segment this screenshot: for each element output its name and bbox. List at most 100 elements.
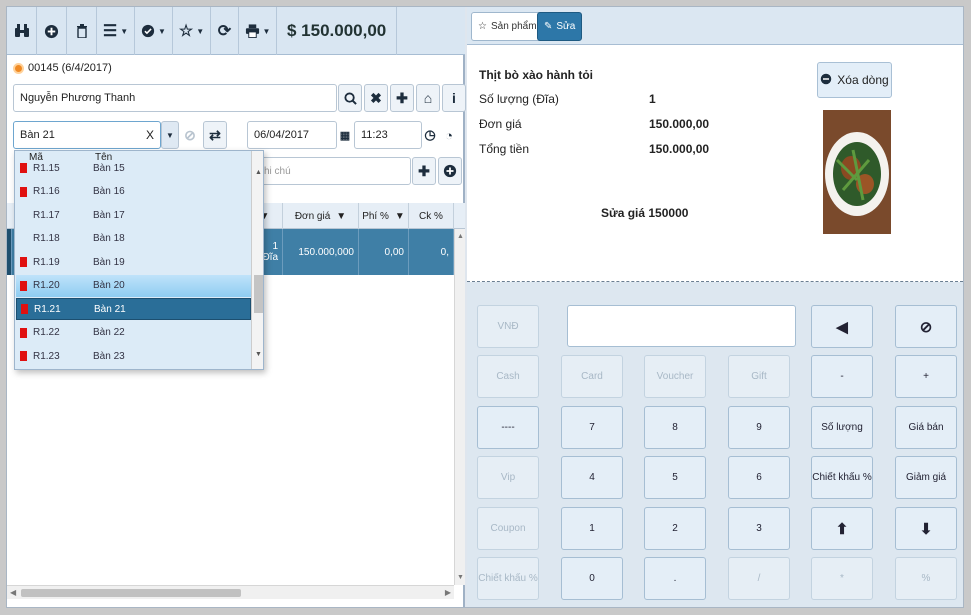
grid-horizontal-scrollbar[interactable]: ◀ ▶ (7, 585, 454, 599)
cash-button[interactable]: Cash (477, 355, 539, 398)
home-icon[interactable]: ⌂ (416, 84, 440, 112)
key-slash[interactable]: / (728, 557, 790, 600)
binoculars-icon[interactable] (7, 7, 37, 55)
menu-list-icon[interactable]: ☰ ▼ (97, 7, 135, 55)
close-icon[interactable]: ✖ (364, 84, 388, 112)
key-0[interactable]: 0 (561, 557, 623, 600)
dash-button[interactable]: ---- (477, 406, 539, 449)
printer-icon[interactable]: ▼ (239, 7, 277, 55)
discount-button[interactable]: Chiết khấu % (811, 456, 873, 499)
add-circle-icon[interactable] (37, 7, 67, 55)
dropdown-scroll-up-icon[interactable]: ▲ (255, 169, 262, 176)
delete-line-button[interactable]: Xóa dòng (817, 62, 892, 98)
search-icon[interactable] (338, 84, 362, 112)
grid-vertical-scrollbar[interactable]: ▲ ▼ (454, 229, 465, 585)
quantity-button[interactable]: Số lượng (811, 406, 873, 449)
item-name: Thịt bò xào hành tỏi (479, 68, 593, 82)
plus-button[interactable]: + (895, 355, 957, 398)
scroll-right-icon[interactable]: ▶ (445, 588, 451, 597)
key-9[interactable]: 9 (728, 406, 790, 449)
trash-icon[interactable] (67, 7, 97, 55)
star-icon[interactable]: ☆ ▼ (173, 7, 211, 55)
tab-bar: ☆ Sản phẩm ✎ Sửa (467, 7, 963, 45)
info-icon[interactable]: i (442, 84, 466, 112)
clock-alt-icon[interactable]: ◔ (440, 121, 458, 149)
key-7[interactable]: 7 (561, 406, 623, 449)
key-slash-label: / (757, 573, 761, 584)
filter-fee-icon[interactable]: ▼ (395, 211, 405, 222)
card-button[interactable]: Card (561, 355, 623, 398)
reduce-price-button[interactable]: Giảm giá (895, 456, 957, 499)
scroll-left-icon[interactable]: ◀ (10, 588, 16, 597)
sale-price-button[interactable]: Giá bán (895, 406, 957, 449)
col-price[interactable]: Đơn giá ▼ (283, 203, 359, 229)
cancel-button[interactable]: ⊘ (895, 305, 957, 348)
key-2-label: 2 (672, 523, 678, 534)
swap-icon[interactable]: ⇄ (203, 121, 227, 149)
dropdown-row[interactable]: R1.16 Bàn 16 (16, 181, 251, 203)
vip-button[interactable]: Vip (477, 456, 539, 499)
dropdown-row-name: Bàn 19 (93, 256, 125, 268)
discount-pct-button[interactable]: Chiết khấu % (477, 557, 539, 600)
edit-note: Sửa giá 150000 (601, 206, 689, 220)
time-field[interactable]: 11:23 (354, 121, 422, 149)
scroll-down-icon[interactable]: ▼ (457, 574, 464, 581)
tab-edit[interactable]: ✎ Sửa (537, 12, 583, 41)
key-percent[interactable]: % (895, 557, 957, 600)
dropdown-row[interactable]: R1.15 Bàn 15 (16, 157, 251, 179)
dropdown-row[interactable]: R1.21 Bàn 21 (16, 298, 251, 320)
key-6[interactable]: 6 (728, 456, 790, 499)
dropdown-scrollbar[interactable]: ▲ ▼ (251, 151, 263, 369)
dropdown-row[interactable]: R1.18 Bàn 18 (16, 228, 251, 250)
vnd-button[interactable]: VNĐ (477, 305, 539, 348)
add-note-icon[interactable]: ✚ (412, 157, 436, 185)
scroll-up-icon[interactable]: ▲ (457, 233, 464, 240)
col-fee[interactable]: Phí % ▼ (359, 203, 409, 229)
backspace-button[interactable]: ◀ (811, 305, 873, 348)
arrow-up-button[interactable]: ⬆ (811, 507, 873, 550)
dropdown-scroll-down-icon[interactable]: ▼ (255, 351, 262, 358)
key-8[interactable]: 8 (644, 406, 706, 449)
food-image (823, 110, 891, 234)
col-discount[interactable]: Ck % (409, 203, 454, 229)
plus-icon[interactable]: ✚ (390, 84, 414, 112)
dropdown-row[interactable]: R1.23 Bàn 23 (16, 345, 251, 367)
add-circle-icon-2[interactable] (438, 157, 462, 185)
dropdown-row[interactable]: R1.20 Bàn 20 (16, 274, 251, 297)
gift-button[interactable]: Gift (728, 355, 790, 398)
discount-button-label: Chiết khấu % (812, 472, 872, 483)
dropdown-row[interactable]: R1.17 Bàn 17 (16, 204, 251, 226)
key-5[interactable]: 5 (644, 456, 706, 499)
key-1[interactable]: 1 (561, 507, 623, 550)
row-qty-value: 1 (272, 241, 278, 252)
keypad-input[interactable] (567, 305, 796, 347)
key-dot[interactable]: . (644, 557, 706, 600)
key-4[interactable]: 4 (561, 456, 623, 499)
dropdown-row[interactable]: R1.19 Bàn 19 (16, 251, 251, 273)
coupon-button[interactable]: Coupon (477, 507, 539, 550)
chevron-down-icon[interactable]: ▼ (161, 121, 179, 149)
dropdown-scroll-thumb[interactable] (254, 275, 263, 313)
refresh-icon[interactable]: ⟳ (211, 7, 239, 55)
dropdown-row[interactable]: R1.22 Bàn 22 (16, 322, 251, 344)
clear-icon[interactable]: X (146, 128, 154, 142)
table-select[interactable]: Bàn 21 X (13, 121, 161, 149)
tab-products[interactable]: ☆ Sản phẩm (471, 12, 544, 41)
note-field[interactable]: hi chú (257, 157, 411, 185)
key-star[interactable]: * (811, 557, 873, 600)
dropdown-row-code: R1.18 (33, 233, 60, 244)
customer-field[interactable]: Nguyễn Phương Thanh (13, 84, 337, 112)
backspace-icon: ◀ (836, 318, 848, 336)
date-field[interactable]: 06/04/2017 (247, 121, 337, 149)
filter-price-icon[interactable]: ▼ (336, 211, 346, 222)
voucher-button[interactable]: Voucher (644, 355, 706, 398)
clock-icon[interactable]: ◷ (422, 121, 438, 149)
key-3[interactable]: 3 (728, 507, 790, 550)
minus-button[interactable]: - (811, 355, 873, 398)
calendar-icon[interactable]: ▦ (337, 121, 353, 149)
arrow-down-button[interactable]: ⬇ (895, 507, 957, 550)
key-2[interactable]: 2 (644, 507, 706, 550)
key-7-label: 7 (589, 422, 595, 433)
scroll-thumb[interactable] (21, 589, 241, 597)
check-circle-icon[interactable]: ▼ (135, 7, 173, 55)
